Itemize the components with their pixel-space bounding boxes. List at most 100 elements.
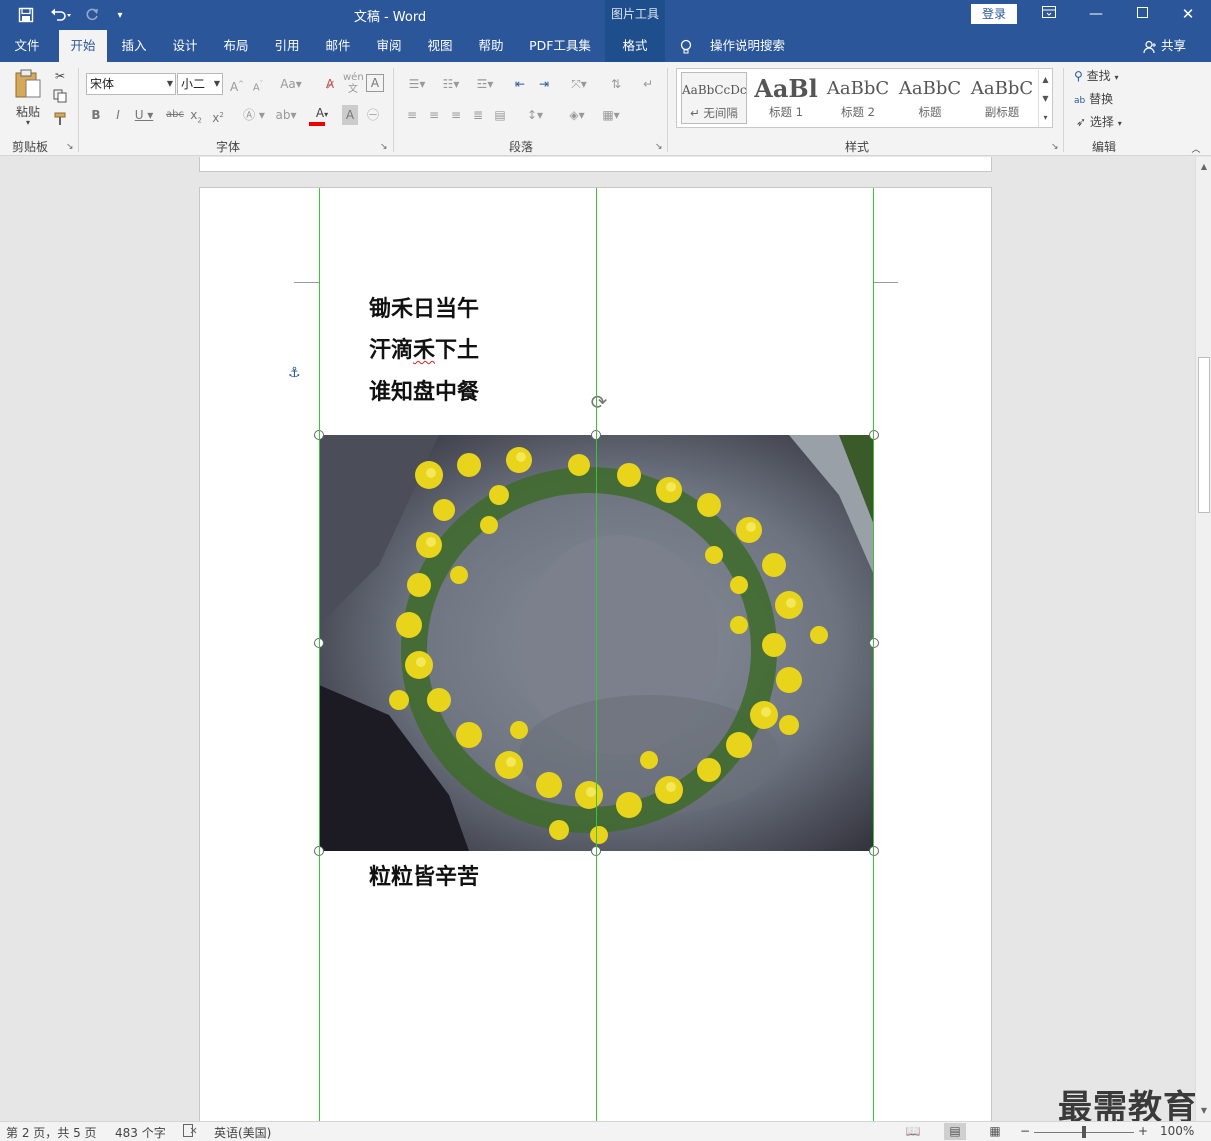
print-layout-icon[interactable]: ▤ — [944, 1123, 966, 1140]
scrollbar-thumb[interactable] — [1198, 357, 1210, 513]
poem-line[interactable]: 谁知盘中餐 — [369, 374, 479, 406]
font-launcher-icon[interactable]: ↘ — [380, 142, 388, 152]
web-layout-icon[interactable]: ▦ — [984, 1123, 1006, 1140]
phonetic-guide-icon[interactable]: wén 文 — [343, 72, 364, 96]
tab-pdf-tools[interactable]: PDF工具集 — [522, 30, 598, 62]
tab-help[interactable]: 帮助 — [471, 30, 511, 62]
increase-indent-icon[interactable]: ⇥ — [534, 74, 554, 94]
share-button[interactable]: 共享 — [1143, 30, 1186, 62]
tab-insert[interactable]: 插入 — [114, 30, 154, 62]
tab-file[interactable]: 文件 — [6, 30, 48, 62]
numbering-icon[interactable]: ☷▾ — [436, 74, 466, 94]
grow-font-icon[interactable]: A^ — [228, 74, 246, 97]
format-painter-icon[interactable] — [50, 112, 70, 132]
character-border-icon[interactable]: A — [366, 74, 384, 92]
chinese-layout-icon[interactable]: ⤧▾ — [564, 74, 594, 94]
font-color-icon[interactable]: A▾ — [306, 103, 338, 126]
enclose-characters-icon[interactable]: ㊀ — [364, 105, 382, 125]
tab-home[interactable]: 开始 — [59, 30, 107, 62]
style-title[interactable]: AaBbC 标题 — [897, 72, 963, 124]
rotate-handle-icon[interactable]: ⟳ — [588, 392, 610, 414]
find-button[interactable]: ⚲ 查找 ▾ — [1074, 66, 1138, 88]
page-count[interactable]: 第 2 页，共 5 页 — [6, 1124, 97, 1141]
shading-icon[interactable]: ◈▾ — [562, 105, 592, 125]
italic-icon[interactable]: I — [110, 105, 126, 125]
scroll-down-icon[interactable]: ▼ — [1196, 1103, 1211, 1119]
zoom-out-icon[interactable]: − — [1020, 1124, 1030, 1138]
document-page[interactable]: 锄禾日当午 汗滴禾下土 谁知盘中餐 ⚓ ⟳ 粒粒皆辛苦 — [199, 187, 992, 1121]
paragraph-launcher-icon[interactable]: ↘ — [655, 142, 663, 152]
cut-icon[interactable]: ✂ — [50, 66, 70, 86]
sort-icon[interactable]: ⇅ — [606, 74, 626, 94]
underline-icon[interactable]: U ▾ — [132, 105, 156, 125]
borders-icon[interactable]: ▦▾ — [596, 105, 626, 125]
show-marks-icon[interactable]: ↵ — [638, 74, 658, 94]
anchor-icon[interactable]: ⚓ — [288, 365, 301, 381]
replace-button[interactable]: ab 替换 — [1074, 89, 1138, 111]
vertical-scrollbar[interactable]: ▲ ▼ — [1195, 157, 1211, 1121]
tab-view[interactable]: 视图 — [420, 30, 460, 62]
document-area[interactable]: 锄禾日当午 汗滴禾下土 谁知盘中餐 ⚓ ⟳ 粒粒皆辛苦 — [0, 157, 1195, 1121]
zoom-in-icon[interactable]: + — [1138, 1124, 1148, 1138]
poem-line[interactable]: 粒粒皆辛苦 — [369, 859, 479, 891]
style-heading-2[interactable]: AaBbC 标题 2 — [825, 72, 891, 124]
scroll-up-icon[interactable]: ▲ — [1196, 159, 1211, 175]
paste-button[interactable]: 粘贴 ▾ — [10, 68, 46, 130]
character-shading-icon[interactable]: A — [342, 105, 358, 125]
ribbon-display-icon[interactable] — [1026, 0, 1072, 30]
proofing-icon[interactable] — [183, 1124, 197, 1140]
line-spacing-icon[interactable]: ↕▾ — [520, 105, 550, 125]
minimize-icon[interactable]: — — [1073, 0, 1119, 30]
tab-format[interactable]: 格式 — [605, 30, 665, 62]
tab-design[interactable]: 设计 — [165, 30, 205, 62]
close-icon[interactable]: ✕ — [1165, 0, 1211, 30]
tab-references[interactable]: 引用 — [267, 30, 307, 62]
zoom-slider-thumb[interactable] — [1082, 1126, 1086, 1138]
tell-me-search[interactable]: 操作说明搜索 — [680, 30, 785, 62]
decrease-indent-icon[interactable]: ⇤ — [510, 74, 530, 94]
styles-more-icon[interactable]: ▾ — [1038, 108, 1052, 127]
select-button[interactable]: ➶ 选择 ▾ — [1076, 112, 1140, 134]
styles-scroll-down-icon[interactable]: ▼ — [1038, 89, 1052, 108]
styles-launcher-icon[interactable]: ↘ — [1051, 142, 1059, 152]
superscript-icon[interactable]: x2 — [210, 105, 226, 128]
font-name-combo[interactable]: 宋体 ▼ — [86, 73, 176, 95]
bullets-icon[interactable]: ☰▾ — [402, 74, 432, 94]
style-no-spacing[interactable]: AaBbCcDc ↵ 无间隔 — [681, 72, 747, 124]
change-case-icon[interactable]: Aa▾ — [278, 74, 304, 94]
clipboard-launcher-icon[interactable]: ↘ — [66, 142, 74, 152]
text-effects-icon[interactable]: Ⓐ ▾ — [240, 105, 268, 125]
align-center-icon[interactable]: ≡ — [424, 105, 444, 125]
justify-icon[interactable]: ≣ — [468, 105, 488, 125]
read-mode-icon[interactable]: 📖 — [902, 1123, 924, 1140]
style-subtitle[interactable]: AaBbC 副标题 — [969, 72, 1035, 124]
highlight-color-icon[interactable]: ab▾ — [272, 105, 300, 125]
resize-handle[interactable] — [869, 638, 879, 648]
font-size-combo[interactable]: 小二 ▼ — [177, 73, 223, 95]
zoom-level[interactable]: 100% — [1160, 1124, 1194, 1138]
subscript-icon[interactable]: x2 — [188, 105, 204, 130]
login-button[interactable]: 登录 — [971, 4, 1017, 24]
cursor-icon: ➶ — [1076, 115, 1087, 129]
maximize-icon[interactable] — [1119, 0, 1165, 30]
align-right-icon[interactable]: ≡ — [446, 105, 466, 125]
poem-line[interactable]: 锄禾日当午 — [369, 291, 479, 323]
align-left-icon[interactable]: ≡ — [402, 105, 422, 125]
language-status[interactable]: 英语(美国) — [214, 1124, 271, 1141]
tab-mailings[interactable]: 邮件 — [318, 30, 358, 62]
poem-line[interactable]: 汗滴禾下土 — [369, 332, 479, 364]
bold-icon[interactable]: B — [88, 105, 104, 125]
clear-formatting-icon[interactable]: A̷ — [320, 74, 340, 94]
distributed-icon[interactable]: ▤ — [490, 105, 510, 125]
strikethrough-icon[interactable]: abc — [164, 105, 186, 125]
resize-handle[interactable] — [869, 430, 879, 440]
style-heading-1[interactable]: AaBl 标题 1 — [753, 72, 819, 124]
multilevel-list-icon[interactable]: ☲▾ — [470, 74, 500, 94]
styles-scroll-up-icon[interactable]: ▲ — [1038, 70, 1052, 89]
tab-layout[interactable]: 布局 — [216, 30, 256, 62]
word-count[interactable]: 483 个字 — [115, 1124, 166, 1141]
tab-review[interactable]: 审阅 — [369, 30, 409, 62]
resize-handle[interactable] — [869, 846, 879, 856]
shrink-font-icon[interactable]: Aˇ — [249, 74, 267, 98]
copy-icon[interactable] — [50, 89, 70, 109]
